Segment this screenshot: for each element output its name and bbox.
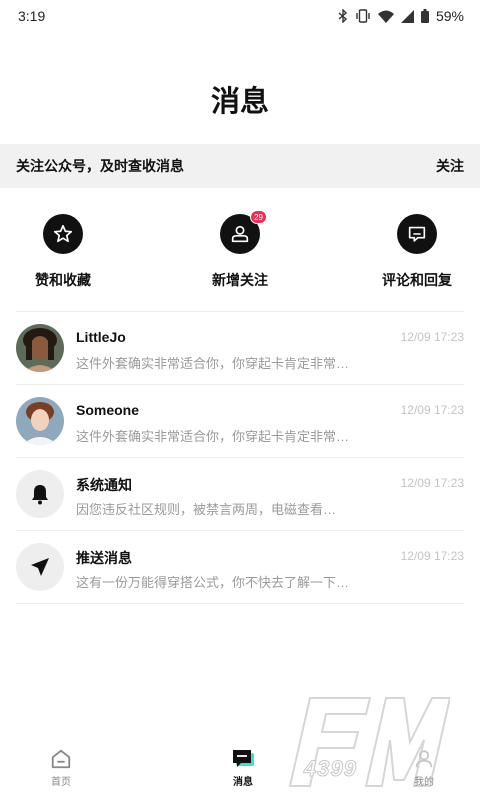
- wifi-icon: [377, 10, 394, 23]
- comments-and-replies-label: 评论和回复: [382, 272, 452, 288]
- tab-home[interactable]: 首页: [31, 748, 91, 788]
- message-sender: LittleJo: [76, 329, 126, 345]
- tab-home-label: 首页: [51, 777, 71, 788]
- battery-icon: [420, 9, 429, 23]
- message-preview: 因您违反社区规则，被禁言两周，电磁查看…: [76, 502, 337, 517]
- quick-actions: 赞和收藏 29 新增关注 评论和回复: [0, 210, 480, 294]
- follow-banner[interactable]: 关注公众号，及时查收消息 关注: [0, 144, 480, 188]
- likes-and-favorites-label: 赞和收藏: [35, 272, 91, 288]
- tab-profile[interactable]: 我的: [394, 748, 454, 788]
- avatar[interactable]: [16, 324, 64, 372]
- list-item[interactable]: LittleJo 12/09 17:23 这件外套确实非常适合你，你穿起卡肯定非…: [16, 312, 464, 385]
- tab-profile-label: 我的: [414, 777, 434, 788]
- battery-percent: 59%: [435, 8, 464, 24]
- message-time: 12/09 17:23: [400, 476, 464, 490]
- user-photo-avatar: [16, 397, 64, 445]
- star-icon: [43, 214, 83, 254]
- bluetooth-icon: [338, 9, 347, 23]
- list-item[interactable]: 系统通知 12/09 17:23 因您违反社区规则，被禁言两周，电磁查看…: [16, 458, 464, 531]
- tab-messages[interactable]: 消息: [213, 748, 273, 788]
- message-sender: 推送消息: [76, 550, 132, 566]
- comment-icon: [397, 214, 437, 254]
- message-time: 12/09 17:23: [400, 549, 464, 563]
- send-arrow-icon: [31, 558, 49, 576]
- bell-icon: [32, 485, 48, 505]
- status-bar: 3:19 59%: [0, 0, 480, 32]
- list-item[interactable]: Someone 12/09 17:23 这件外套确实非常适合你，你穿起卡肯定非常…: [16, 385, 464, 458]
- message-icon: [233, 750, 254, 767]
- profile-icon: [415, 750, 433, 768]
- new-followers-label: 新增关注: [212, 272, 268, 288]
- message-preview: 这有一份万能得穿搭公式，你不快去了解一下…: [76, 575, 350, 590]
- home-icon: [51, 749, 71, 769]
- list-item[interactable]: 推送消息 12/09 17:23 这有一份万能得穿搭公式，你不快去了解一下…: [16, 531, 464, 604]
- new-followers-button[interactable]: 29 新增关注: [185, 210, 295, 290]
- comments-and-replies-button[interactable]: 评论和回复: [362, 214, 472, 290]
- likes-and-favorites-button[interactable]: 赞和收藏: [8, 214, 118, 290]
- follow-button[interactable]: 关注: [436, 156, 464, 176]
- message-list: LittleJo 12/09 17:23 这件外套确实非常适合你，你穿起卡肯定非…: [16, 311, 464, 604]
- avatar[interactable]: [16, 543, 64, 591]
- bottom-tab-bar: 首页 消息 我的: [0, 740, 480, 800]
- vibrate-icon: [356, 9, 370, 23]
- user-photo-avatar: [16, 324, 64, 372]
- page-title: 消息: [210, 86, 269, 118]
- status-time: 3:19: [18, 8, 46, 24]
- follow-banner-text: 关注公众号，及时查收消息: [16, 158, 184, 174]
- status-icons: 59%: [338, 8, 464, 24]
- message-preview: 这件外套确实非常适合你，你穿起卡肯定非常…: [76, 356, 350, 371]
- avatar[interactable]: [16, 470, 64, 518]
- message-sender: Someone: [76, 402, 140, 418]
- message-sender: 系统通知: [76, 477, 132, 493]
- message-time: 12/09 17:23: [400, 403, 464, 417]
- message-preview: 这件外套确实非常适合你，你穿起卡肯定非常…: [76, 429, 350, 444]
- add-follower-icon: 29: [220, 210, 267, 254]
- tab-messages-label: 消息: [233, 777, 253, 788]
- avatar[interactable]: [16, 397, 64, 445]
- cell-signal-icon: [400, 9, 414, 23]
- message-time: 12/09 17:23: [400, 330, 464, 344]
- new-followers-badge: 29: [250, 210, 267, 224]
